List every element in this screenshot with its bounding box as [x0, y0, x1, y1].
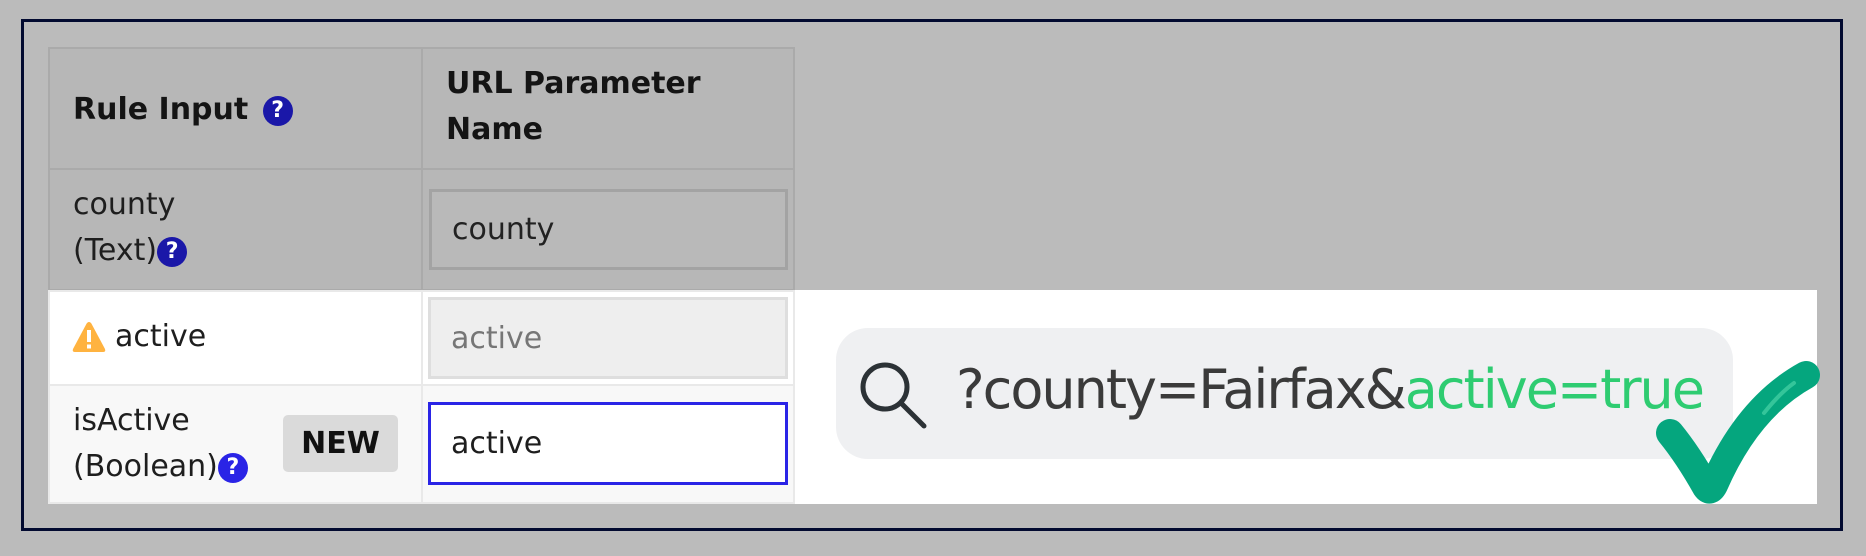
question-circle-icon[interactable]: ? [262, 95, 293, 126]
url-parameter-input-county[interactable]: county [429, 189, 788, 270]
rule-input-name: active [115, 319, 207, 354]
rule-input-name: county [73, 187, 176, 222]
url-preview-text: ?county=Fairfax&active=true [956, 352, 1705, 428]
url-parameter-input-isactive[interactable]: active [428, 402, 788, 485]
new-badge: NEW [283, 415, 398, 472]
url-query-base: ?county=Fairfax& [956, 358, 1407, 421]
question-circle-icon[interactable]: ? [157, 236, 188, 267]
search-icon [860, 362, 927, 429]
header-rule-input: Rule Input ? [48, 47, 423, 170]
header-rule-input-label: Rule Input [73, 92, 249, 127]
url-parameter-value: active [451, 426, 543, 461]
header-url-parameter-line1: URL Parameter [446, 66, 701, 101]
url-parameter-value: active [451, 320, 543, 356]
question-circle-icon[interactable]: ? [217, 452, 248, 483]
rule-input-type: (Text) [73, 233, 158, 268]
table-row-county-input: county (Text)? [48, 168, 423, 291]
header-url-parameter-name: URL Parameter Name [421, 47, 795, 170]
header-url-parameter-line2: Name [446, 112, 543, 147]
rule-input-name: isActive [73, 403, 190, 438]
url-parameter-value: county [452, 212, 555, 247]
rule-input-table: Rule Input ? URL Parameter Name county (… [48, 47, 795, 504]
table-row-active-input: active [48, 290, 423, 386]
rule-input-type: (Boolean) [73, 449, 218, 484]
warning-triangle-icon [72, 322, 106, 352]
checkmark-icon [1656, 361, 1820, 504]
url-parameter-input-active-disabled: active [428, 297, 788, 379]
